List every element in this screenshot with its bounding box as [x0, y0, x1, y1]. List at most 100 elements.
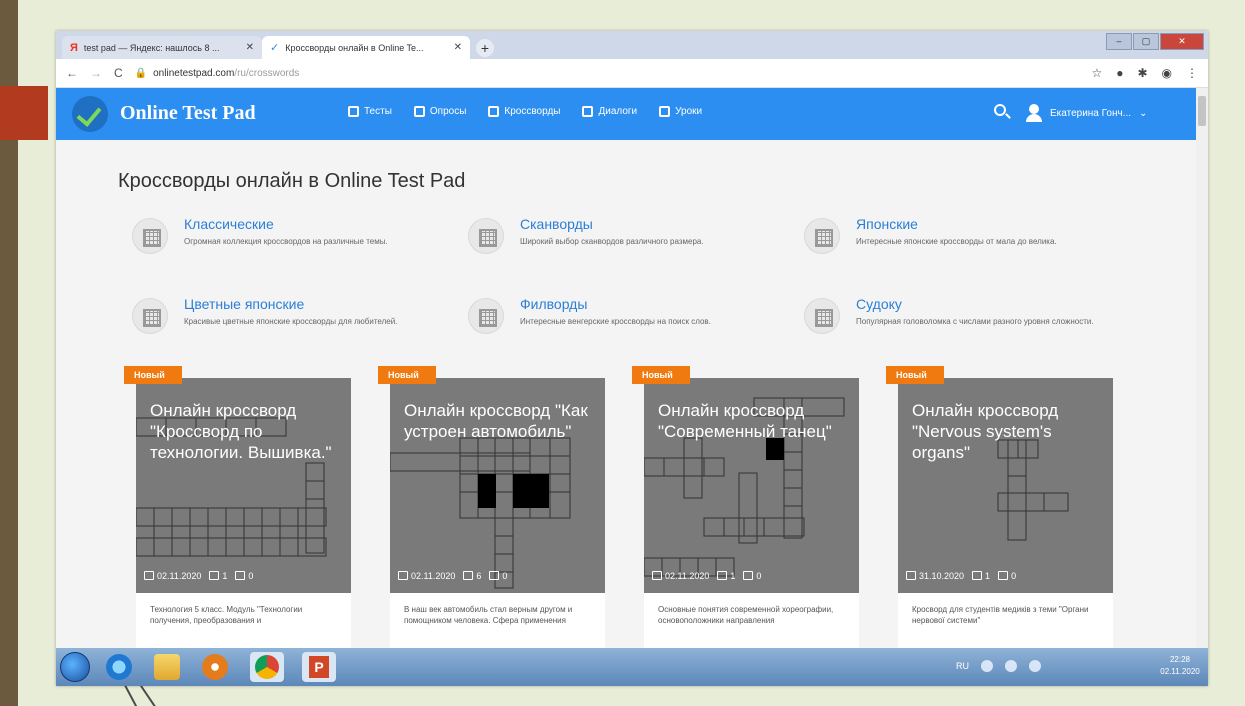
users-icon [209, 571, 220, 580]
fillword-icon [468, 298, 504, 334]
system-tray: RU [956, 660, 1041, 672]
volume-icon[interactable] [1029, 660, 1041, 672]
category-title[interactable]: Классические [184, 216, 274, 232]
language-indicator[interactable]: RU [956, 661, 969, 671]
profile-icon[interactable]: ◉ [1162, 66, 1172, 80]
forward-icon[interactable]: → [90, 66, 102, 80]
grid-icon [132, 218, 168, 254]
category-title[interactable]: Цветные японские [184, 296, 304, 312]
card-desc: Технология 5 класс. Модуль "Технологии п… [150, 605, 303, 625]
back-icon[interactable]: ← [66, 66, 78, 80]
category-desc: Популярная головоломка с числами разного… [856, 317, 1094, 326]
card-title[interactable]: Онлайн кроссворд "Nervous system's organ… [912, 400, 1102, 463]
url-field[interactable]: 🔒 onlinetestpad.com/ru/crosswords [135, 68, 300, 79]
nav-links: Тесты Опросы Кроссворды Диалоги Уроки [348, 106, 702, 117]
nav-item-dialogs[interactable]: Диалоги [582, 106, 637, 117]
card-desc: Основные понятия современной хореографии… [658, 605, 834, 625]
url-path: /ru/crosswords [234, 67, 300, 79]
card-title[interactable]: Онлайн кроссворд "Современный танец" [658, 400, 848, 442]
windows-taskbar: RU 22:28 02.11.2020 [56, 648, 1208, 686]
new-badge: Новый [124, 366, 182, 384]
card-thumbnail[interactable]: Онлайн кроссворд "Современный танец" 02.… [644, 378, 859, 593]
clock-date: 02.11.2020 [1160, 667, 1200, 676]
crossword-card[interactable]: Онлайн кроссворд "Как устроен автомобиль… [378, 366, 605, 648]
slide-accent-tab [0, 86, 48, 140]
calendar-icon [144, 571, 154, 580]
extension-icon[interactable]: ● [1116, 66, 1123, 80]
card-meta: 31.10.2020 1 0 [906, 571, 1016, 581]
crossword-card[interactable]: Онлайн кроссворд "Nervous system's organ… [886, 366, 1113, 648]
help-icon[interactable] [981, 660, 993, 672]
category-fillwords[interactable]: Филворды Интересные венгерские кроссворд… [468, 296, 768, 348]
users-icon [972, 571, 983, 580]
new-badge: Новый [632, 366, 690, 384]
calendar-icon [398, 571, 408, 580]
comments-icon [998, 571, 1009, 580]
category-title[interactable]: Японские [856, 216, 918, 232]
taskbar-clock[interactable]: 22:28 02.11.2020 [1156, 654, 1204, 678]
category-desc: Красивые цветные японские кроссворды для… [184, 317, 398, 326]
nav-item-tests[interactable]: Тесты [348, 106, 392, 117]
internet-explorer-icon[interactable] [106, 654, 132, 680]
category-color-japanese[interactable]: Цветные японские Красивые цветные японск… [132, 296, 432, 348]
poll-icon [413, 106, 425, 117]
category-classic[interactable]: Классические Огромная коллекция кроссвор… [132, 216, 432, 268]
close-tab-icon[interactable]: ✕ [454, 42, 462, 53]
category-title[interactable]: Судоку [856, 296, 902, 312]
media-player-icon[interactable] [202, 654, 228, 680]
minimize-button[interactable]: – [1106, 33, 1132, 50]
reload-icon[interactable]: C [114, 66, 123, 80]
site-brand[interactable]: Online Test Pad [120, 102, 256, 125]
powerpoint-icon[interactable] [302, 652, 336, 682]
users-icon [717, 571, 728, 580]
card-meta: 02.11.2020 1 0 [144, 571, 253, 581]
card-thumbnail[interactable]: Онлайн кроссворд "Как устроен автомобиль… [390, 378, 605, 593]
new-tab-button[interactable]: + [476, 39, 494, 57]
scanword-icon [468, 218, 504, 254]
close-tab-icon[interactable]: ✕ [246, 42, 254, 53]
category-title[interactable]: Сканворды [520, 216, 593, 232]
comments-icon [235, 571, 246, 580]
category-desc: Огромная коллекция кроссвордов на различ… [184, 237, 388, 246]
nav-item-crosswords[interactable]: Кроссворды [488, 106, 560, 117]
network-icon[interactable] [1005, 660, 1017, 672]
nav-item-polls[interactable]: Опросы [413, 106, 466, 117]
user-menu[interactable]: Екатерина Гонч... ⌄ [1026, 104, 1147, 122]
test-icon [348, 106, 359, 117]
crossword-card[interactable]: Онлайн кроссворд "Кроссворд по технологи… [124, 366, 351, 648]
clock-time: 22:28 [1169, 655, 1191, 664]
color-nonogram-icon [132, 298, 168, 334]
comments-icon [489, 571, 500, 580]
menu-icon[interactable]: ⋮ [1186, 66, 1198, 80]
search-icon[interactable] [994, 104, 1006, 116]
category-title[interactable]: Филворды [520, 296, 587, 312]
start-button[interactable] [60, 652, 90, 682]
card-title[interactable]: Онлайн кроссворд "Кроссворд по технологи… [150, 400, 340, 463]
close-window-button[interactable]: ✕ [1160, 33, 1204, 50]
card-meta: 02.11.2020 6 0 [398, 571, 507, 581]
category-scanwords[interactable]: Сканворды Широкий выбор сканвордов разли… [468, 216, 768, 268]
logo-icon[interactable] [72, 96, 108, 132]
card-thumbnail[interactable]: Онлайн кроссворд "Кроссворд по технологи… [136, 378, 351, 593]
browser-tab-yandex[interactable]: Я test pad — Яндекс: нашлось 8 ... ✕ [62, 36, 262, 59]
browser-tab-crosswords[interactable]: ✓ Кроссворды онлайн в Online Te... ✕ [262, 36, 470, 59]
sudoku-icon [804, 298, 840, 334]
puzzle-icon[interactable]: ✱ [1137, 66, 1147, 80]
category-japanese[interactable]: Японские Интересные японские кроссворды … [804, 216, 1104, 268]
tab-strip: Я test pad — Яндекс: нашлось 8 ... ✕ ✓ К… [56, 31, 1208, 59]
card-meta: 02.11.2020 1 0 [652, 571, 761, 581]
comments-icon [743, 571, 754, 580]
nav-item-lessons[interactable]: Уроки [659, 106, 702, 117]
card-thumbnail[interactable]: Онлайн кроссворд "Nervous system's organ… [898, 378, 1113, 593]
category-sudoku[interactable]: Судоку Популярная головоломка с числами … [804, 296, 1104, 348]
maximize-button[interactable]: ▢ [1133, 33, 1159, 50]
card-title[interactable]: Онлайн кроссворд "Как устроен автомобиль… [404, 400, 594, 442]
star-icon[interactable]: ☆ [1091, 66, 1102, 80]
page-scrollbar[interactable] [1196, 88, 1208, 648]
chrome-icon[interactable] [250, 652, 284, 682]
crossword-card[interactable]: Онлайн кроссворд "Современный танец" 02.… [632, 366, 859, 648]
file-explorer-icon[interactable] [154, 654, 180, 680]
lesson-icon [659, 106, 671, 117]
scrollbar-thumb[interactable] [1198, 96, 1206, 126]
toolbar-icons: ☆ ● ✱ ◉ ⋮ [1091, 66, 1198, 80]
